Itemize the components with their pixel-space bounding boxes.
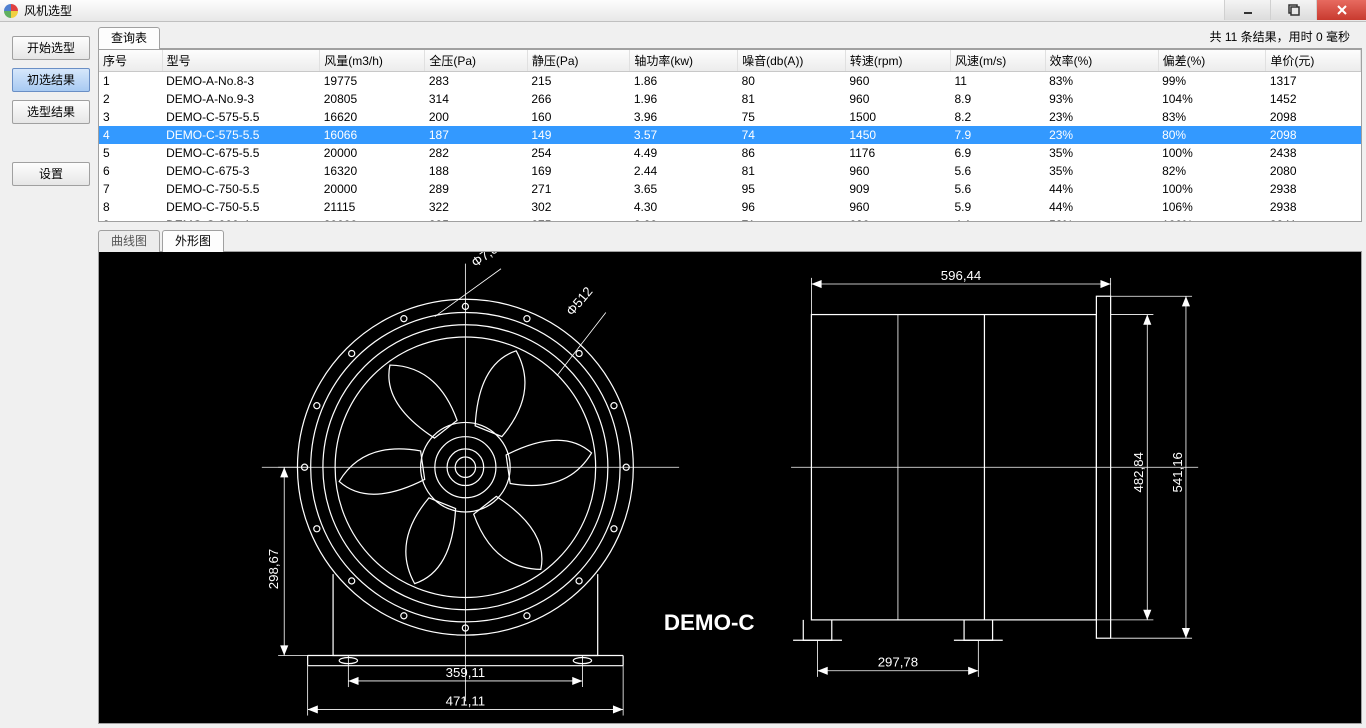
col-header[interactable]: 风速(m/s) bbox=[950, 50, 1045, 72]
table-row[interactable]: 5DEMO-C-675-5.5200002822544.498611766.93… bbox=[99, 144, 1361, 162]
tab-outline[interactable]: 外形图 bbox=[162, 230, 224, 252]
table-scroll[interactable]: 序号型号风量(m3/h)全压(Pa)静压(Pa)轴功率(kw)噪音(db(A))… bbox=[99, 50, 1361, 221]
dim-base-inner: 359,11 bbox=[446, 665, 485, 680]
upper-tabbar: 查询表 共 11 条结果，用时 0 毫秒 bbox=[98, 26, 1362, 49]
window-buttons bbox=[1224, 0, 1366, 20]
table-row[interactable]: 8DEMO-C-750-5.5211153223024.30969605.944… bbox=[99, 198, 1361, 216]
dim-side-h1: 482,84 bbox=[1131, 452, 1146, 492]
final-results-button[interactable]: 选型结果 bbox=[12, 100, 90, 124]
results-table-container: 序号型号风量(m3/h)全压(Pa)静压(Pa)轴功率(kw)噪音(db(A))… bbox=[98, 49, 1362, 222]
col-header[interactable]: 静压(Pa) bbox=[527, 50, 629, 72]
settings-button[interactable]: 设置 bbox=[12, 162, 90, 186]
model-label: DEMO-C bbox=[664, 610, 755, 635]
tab-query[interactable]: 查询表 bbox=[98, 27, 160, 49]
dim-phi1: Φ7,82 bbox=[469, 252, 507, 270]
results-table[interactable]: 序号型号风量(m3/h)全压(Pa)静压(Pa)轴功率(kw)噪音(db(A))… bbox=[99, 50, 1361, 221]
dim-phi2: Φ512 bbox=[563, 284, 595, 319]
dim-top-len: 596,44 bbox=[941, 268, 981, 283]
table-row[interactable]: 7DEMO-C-750-5.5200002892713.65959095.644… bbox=[99, 180, 1361, 198]
close-button[interactable] bbox=[1316, 0, 1366, 20]
col-header[interactable]: 效率(%) bbox=[1045, 50, 1158, 72]
preliminary-results-button[interactable]: 初选结果 bbox=[12, 68, 90, 92]
dim-side-base: 297,78 bbox=[878, 655, 918, 670]
col-header[interactable]: 单价(元) bbox=[1266, 50, 1361, 72]
dim-height-left: 298,67 bbox=[266, 549, 281, 589]
dim-base-outer: 471,11 bbox=[446, 693, 485, 708]
col-header[interactable]: 风量(m3/h) bbox=[320, 50, 425, 72]
app-icon bbox=[4, 4, 18, 18]
table-row[interactable]: 1DEMO-A-No.8-3197752832151.86809601183%9… bbox=[99, 72, 1361, 91]
table-row[interactable]: 6DEMO-C-675-3163201881692.44819605.635%8… bbox=[99, 162, 1361, 180]
col-header[interactable]: 序号 bbox=[99, 50, 162, 72]
table-row[interactable]: 9DEMO-C-900-4200002852752.99716204.153%1… bbox=[99, 216, 1361, 221]
window-title: 风机选型 bbox=[24, 2, 72, 19]
col-header[interactable]: 全压(Pa) bbox=[425, 50, 527, 72]
maximize-button[interactable] bbox=[1270, 0, 1316, 20]
col-header[interactable]: 噪音(db(A)) bbox=[738, 50, 846, 72]
lower-tabbar: 曲线图 外形图 bbox=[98, 230, 1362, 252]
col-header[interactable]: 轴功率(kw) bbox=[630, 50, 738, 72]
col-header[interactable]: 转速(rpm) bbox=[845, 50, 950, 72]
dim-side-h2: 541,16 bbox=[1170, 452, 1185, 492]
start-selection-button[interactable]: 开始选型 bbox=[12, 36, 90, 60]
table-row[interactable]: 2DEMO-A-No.9-3208053142661.96819608.993%… bbox=[99, 90, 1361, 108]
drawing-canvas: Φ7,82 Φ512 298,67 bbox=[98, 252, 1362, 724]
tab-curve[interactable]: 曲线图 bbox=[98, 230, 160, 252]
col-header[interactable]: 型号 bbox=[162, 50, 320, 72]
minimize-button[interactable] bbox=[1224, 0, 1270, 20]
table-row[interactable]: 4DEMO-C-575-5.5160661871493.577414507.92… bbox=[99, 126, 1361, 144]
titlebar: 风机选型 bbox=[0, 0, 1366, 22]
col-header[interactable]: 偏差(%) bbox=[1158, 50, 1266, 72]
result-status: 共 11 条结果，用时 0 毫秒 bbox=[1210, 26, 1362, 48]
sidebar: 开始选型 初选结果 选型结果 设置 bbox=[4, 26, 98, 724]
table-row[interactable]: 3DEMO-C-575-5.5166202001603.967515008.22… bbox=[99, 108, 1361, 126]
